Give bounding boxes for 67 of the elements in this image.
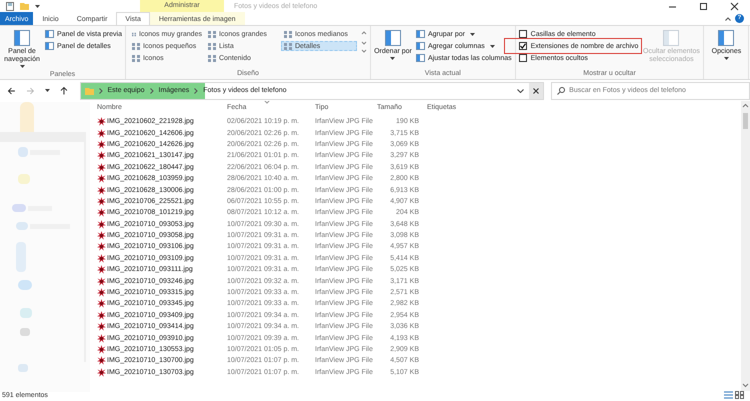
pane-icon bbox=[718, 30, 734, 46]
chevron-icon bbox=[150, 88, 154, 94]
checkbox[interactable] bbox=[518, 54, 527, 62]
splat-icon bbox=[97, 334, 106, 343]
gallery-scroll-icon[interactable] bbox=[360, 30, 367, 54]
pane-icon bbox=[416, 54, 425, 62]
grid-icon bbox=[132, 30, 136, 38]
pane-icon bbox=[663, 30, 680, 46]
splat-icon bbox=[97, 186, 106, 195]
close-icon[interactable] bbox=[529, 82, 544, 98]
caret-icon bbox=[390, 57, 396, 60]
caret-icon[interactable] bbox=[44, 89, 50, 92]
sort-chevron-icon bbox=[264, 101, 270, 104]
back-arrow-icon[interactable] bbox=[7, 86, 16, 94]
dropdown-chevron-icon[interactable] bbox=[517, 88, 524, 92]
splat-icon bbox=[97, 356, 106, 366]
splat-icon bbox=[97, 174, 106, 184]
large-icons-view-icon[interactable] bbox=[735, 391, 744, 399]
pane-icon bbox=[14, 30, 30, 46]
splat-icon bbox=[97, 242, 106, 252]
splat-icon bbox=[97, 162, 106, 172]
splat-icon bbox=[97, 231, 106, 240]
checkbox[interactable] bbox=[518, 30, 527, 38]
splat-icon bbox=[97, 310, 106, 320]
grid-icon bbox=[208, 42, 216, 50]
pane-icon bbox=[45, 30, 54, 38]
caret-icon[interactable] bbox=[35, 4, 40, 8]
checkbox[interactable] bbox=[518, 42, 527, 50]
splat-icon bbox=[97, 151, 106, 160]
splat-icon bbox=[97, 276, 106, 286]
grid-icon bbox=[208, 30, 216, 38]
grid-icon bbox=[132, 42, 140, 50]
grid-icon bbox=[208, 54, 216, 62]
collapse-chevron-icon[interactable] bbox=[725, 16, 731, 20]
pane-icon bbox=[416, 30, 425, 38]
splat-icon bbox=[97, 322, 106, 332]
caret-icon bbox=[724, 57, 729, 60]
maximize-icon[interactable] bbox=[699, 2, 708, 10]
chevron-icon bbox=[98, 88, 103, 94]
chevron-icon bbox=[194, 88, 198, 94]
pane-icon bbox=[45, 42, 54, 50]
search-icon bbox=[557, 86, 566, 94]
pane-icon bbox=[416, 42, 425, 50]
splat-icon bbox=[97, 140, 106, 149]
splat-icon bbox=[97, 299, 106, 308]
caret-icon bbox=[470, 32, 475, 36]
splat-icon bbox=[97, 345, 106, 354]
splat-icon bbox=[97, 265, 106, 274]
splat-icon bbox=[97, 220, 106, 229]
details-view-icon[interactable] bbox=[724, 391, 733, 399]
up-arrow-icon[interactable] bbox=[60, 86, 68, 95]
splat-icon bbox=[97, 128, 106, 138]
splat-icon bbox=[97, 117, 106, 126]
splat-icon bbox=[97, 288, 106, 298]
grid-icon bbox=[284, 42, 292, 50]
splat-icon bbox=[97, 368, 106, 377]
caret-icon bbox=[20, 65, 24, 68]
grid-icon bbox=[284, 30, 292, 38]
splat-icon bbox=[97, 208, 106, 218]
grid-icon bbox=[132, 54, 140, 62]
splat-icon bbox=[97, 254, 106, 263]
splat-icon bbox=[97, 196, 106, 206]
pane-icon bbox=[384, 30, 401, 46]
save-icon[interactable] bbox=[6, 2, 14, 10]
close-icon[interactable] bbox=[730, 2, 739, 10]
scrollbar-drawing[interactable] bbox=[741, 101, 750, 391]
caret-icon bbox=[490, 44, 495, 48]
